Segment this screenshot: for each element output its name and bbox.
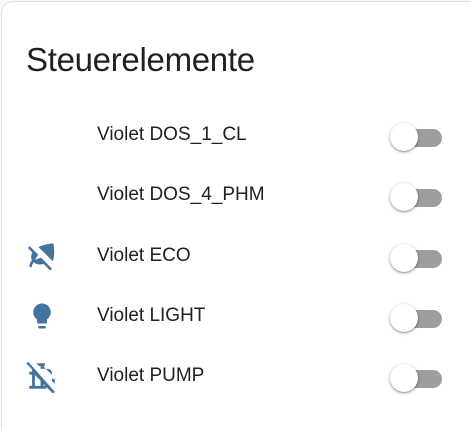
eco-toggle[interactable] bbox=[388, 242, 448, 272]
entity-label: Violet LIGHT bbox=[97, 305, 206, 326]
entity-label: Violet DOS_4_PHM bbox=[97, 184, 265, 205]
toggle-thumb bbox=[390, 244, 418, 272]
pump-off-icon[interactable] bbox=[24, 361, 60, 393]
entity-row-dos-1-cl: Violet DOS_1_CL bbox=[0, 105, 471, 165]
light-toggle[interactable] bbox=[388, 302, 448, 332]
entity-row-light: Violet LIGHT bbox=[0, 286, 471, 346]
card-title: Steuerelemente bbox=[26, 41, 255, 78]
entity-label: Violet ECO bbox=[97, 245, 191, 266]
entity-label: Violet DOS_1_CL bbox=[97, 124, 247, 145]
entity-row-eco: Violet ECO bbox=[0, 226, 471, 286]
entity-row-pump: Violet PUMP bbox=[0, 346, 471, 406]
dos-4-phm-toggle[interactable] bbox=[388, 181, 448, 211]
toggle-thumb bbox=[390, 304, 418, 332]
entity-row-dos-4-phm: Violet DOS_4_PHM bbox=[0, 165, 471, 225]
dos-1-cl-toggle[interactable] bbox=[388, 121, 448, 151]
entity-label: Violet PUMP bbox=[97, 365, 205, 386]
toggle-thumb bbox=[390, 123, 418, 151]
lightbulb-icon[interactable] bbox=[24, 302, 60, 330]
toggle-thumb bbox=[390, 183, 418, 211]
leaf-off-icon[interactable] bbox=[24, 242, 60, 271]
toggle-thumb bbox=[390, 364, 418, 392]
pump-toggle[interactable] bbox=[388, 362, 448, 392]
